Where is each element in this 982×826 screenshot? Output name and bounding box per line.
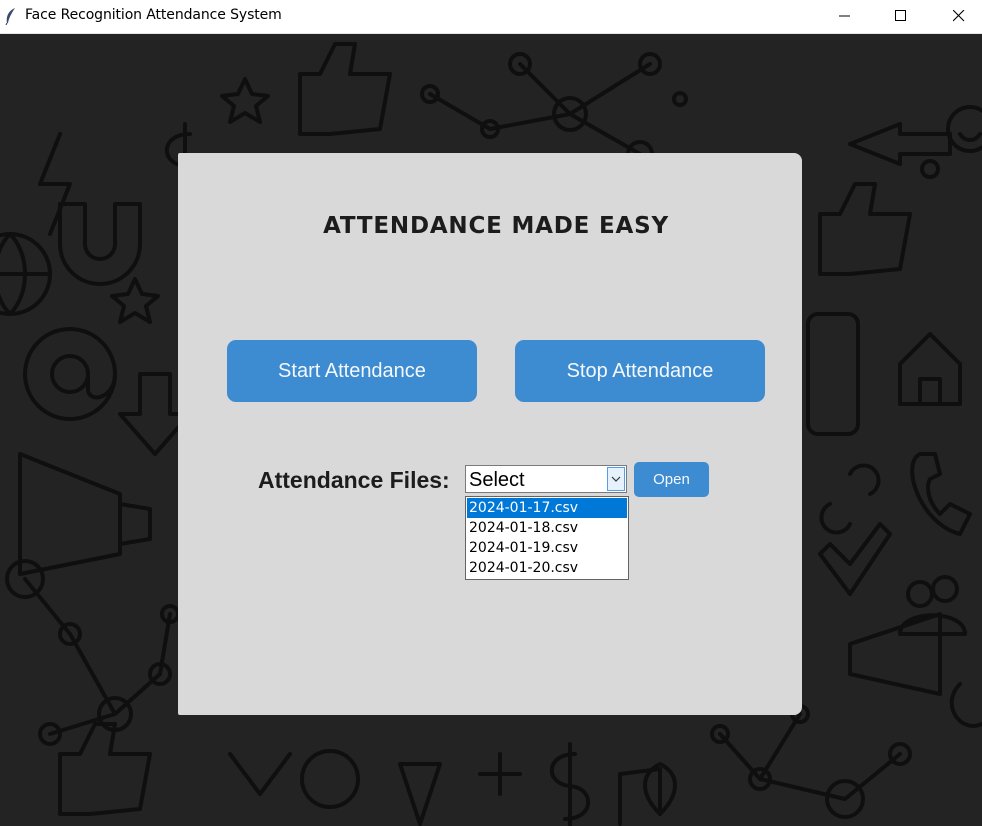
close-icon — [953, 10, 965, 22]
attendance-file-select[interactable]: Select — [465, 465, 627, 493]
chevron-down-icon — [611, 476, 621, 482]
window-titlebar[interactable]: Face Recognition Attendance System — [0, 0, 982, 34]
start-attendance-button[interactable]: Start Attendance — [227, 340, 477, 402]
maximize-button[interactable] — [878, 0, 924, 33]
close-button[interactable] — [936, 0, 982, 33]
stop-attendance-button[interactable]: Stop Attendance — [515, 340, 765, 402]
list-item[interactable]: 2024-01-20.csv — [467, 558, 627, 578]
select-value: Select — [469, 469, 525, 491]
minimize-button[interactable] — [822, 0, 868, 33]
file-dropdown-list[interactable]: 2024-01-17.csv 2024-01-18.csv 2024-01-19… — [465, 496, 629, 580]
window-title: Face Recognition Attendance System — [25, 7, 282, 23]
maximize-icon — [895, 10, 906, 21]
open-button[interactable]: Open — [634, 462, 709, 497]
main-panel: ATTENDANCE MADE EASY Start Attendance St… — [178, 153, 802, 715]
minimize-icon — [839, 15, 850, 17]
attendance-files-label: Attendance Files: — [258, 467, 450, 493]
list-item[interactable]: 2024-01-17.csv — [467, 498, 627, 518]
dropdown-toggle[interactable] — [607, 467, 625, 491]
list-item[interactable]: 2024-01-18.csv — [467, 518, 627, 538]
feather-icon — [5, 8, 15, 25]
list-item[interactable]: 2024-01-19.csv — [467, 538, 627, 558]
page-title: ATTENDANCE MADE EASY — [323, 213, 669, 239]
